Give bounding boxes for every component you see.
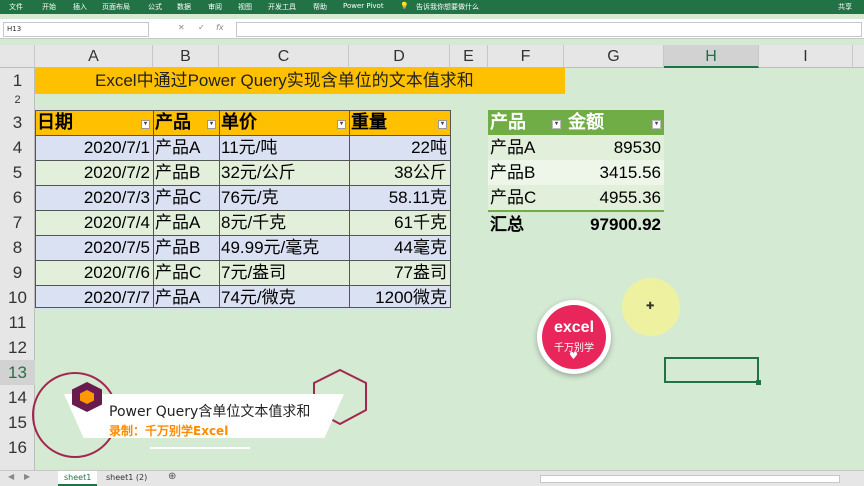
add-sheet-icon[interactable]: ⊕ <box>168 471 176 482</box>
banner-title: Power Query含单位文本值求和 <box>109 404 311 420</box>
sheet-tab-bar: ◀ ▶ sheet1 sheet1 (2) ⊕ <box>0 470 864 486</box>
horizontal-scrollbar[interactable] <box>540 475 840 483</box>
tab-scroll-right-icon[interactable]: ▶ <box>24 472 30 481</box>
banner-subtitle: 录制：千万别学Excel <box>109 424 229 438</box>
tab-sheet1-2[interactable]: sheet1 (2) <box>100 471 153 486</box>
tab-scroll-left-icon[interactable]: ◀ <box>8 472 14 481</box>
tab-sheet1[interactable]: sheet1 <box>58 471 98 486</box>
